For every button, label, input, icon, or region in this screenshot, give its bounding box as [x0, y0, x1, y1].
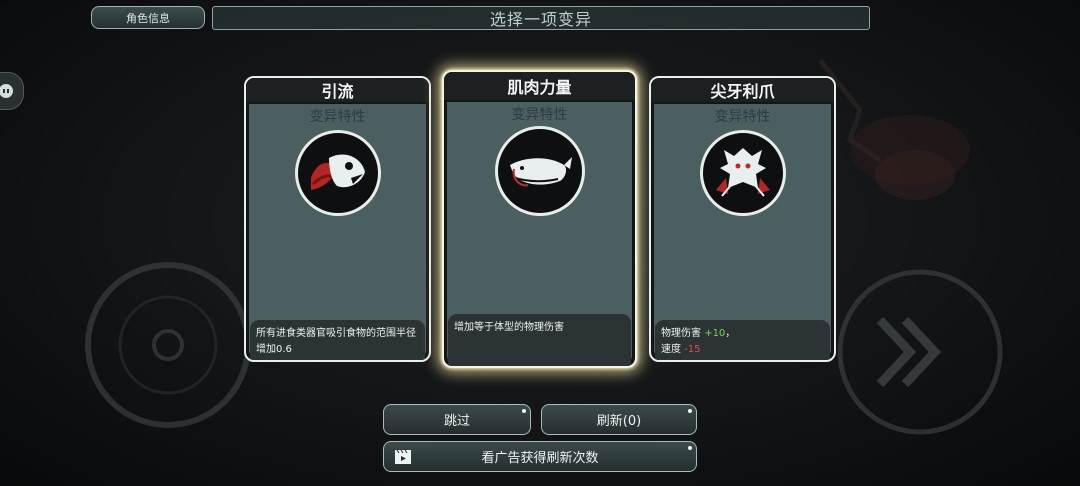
button-glint — [688, 409, 692, 413]
watch-ad-label: 看广告获得刷新次数 — [481, 451, 599, 466]
mutation-card-1[interactable]: 引流 变异特性 所有进食类器官吸引食物的范围半径增加0.6 — [244, 76, 431, 362]
card-subtitle: 变异特性 — [511, 107, 568, 123]
description-text: 增加等于体型的物理伤害 — [454, 322, 564, 333]
fish-head-emblem-icon — [294, 130, 381, 216]
button-glint — [522, 409, 526, 413]
role-info-label: 角色信息 — [126, 11, 170, 25]
whale-emblem-icon — [494, 126, 585, 216]
card-description: 所有进食类器官吸引食物的范围半径增加0.6 — [250, 320, 425, 360]
stat-value-positive: +10 — [704, 328, 726, 339]
chat-bubble-icon — [0, 84, 13, 98]
side-menu-tab[interactable] — [0, 72, 24, 110]
skip-label: 跳过 — [443, 414, 470, 429]
description-text: 所有进食类器官吸引食物的范围半径增加0.6 — [256, 328, 416, 355]
mutation-card-3[interactable]: 尖牙利爪 变异特性 物理伤害 +10， 速度 -15 — [649, 76, 836, 362]
watch-ad-button[interactable]: 看广告获得刷新次数 — [383, 441, 697, 472]
beast-claws-emblem-icon — [699, 130, 786, 216]
card-title: 尖牙利爪 — [651, 78, 834, 102]
card-title: 引流 — [246, 78, 429, 102]
stat-label: 物理伤害 — [661, 328, 701, 339]
button-glint — [688, 446, 692, 450]
page-title: 选择一项变异 — [489, 10, 592, 29]
card-description: 增加等于体型的物理伤害 — [448, 314, 631, 366]
stat-line-2: 速度 -15 — [661, 342, 824, 358]
skip-button[interactable]: 跳过 — [383, 404, 531, 435]
card-subtitle: 变异特性 — [714, 109, 771, 125]
page-title-bar: 选择一项变异 — [212, 6, 870, 30]
mutation-card-2[interactable]: 肌肉力量 变异特性 增加等于体型的物理伤害 — [442, 70, 637, 368]
card-title: 肌肉力量 — [444, 72, 635, 100]
stat-label: 速度 — [661, 344, 681, 355]
stat-separator: ， — [725, 328, 736, 339]
refresh-label: 刷新(0) — [596, 414, 642, 429]
video-clapper-icon — [395, 449, 411, 464]
card-subtitle: 变异特性 — [309, 109, 366, 125]
stat-line-1: 物理伤害 +10， — [661, 326, 824, 342]
card-description: 物理伤害 +10， 速度 -15 — [655, 320, 830, 360]
stat-value-negative: -15 — [684, 344, 701, 355]
role-info-button[interactable]: 角色信息 — [91, 6, 205, 29]
refresh-button[interactable]: 刷新(0) — [541, 404, 697, 435]
